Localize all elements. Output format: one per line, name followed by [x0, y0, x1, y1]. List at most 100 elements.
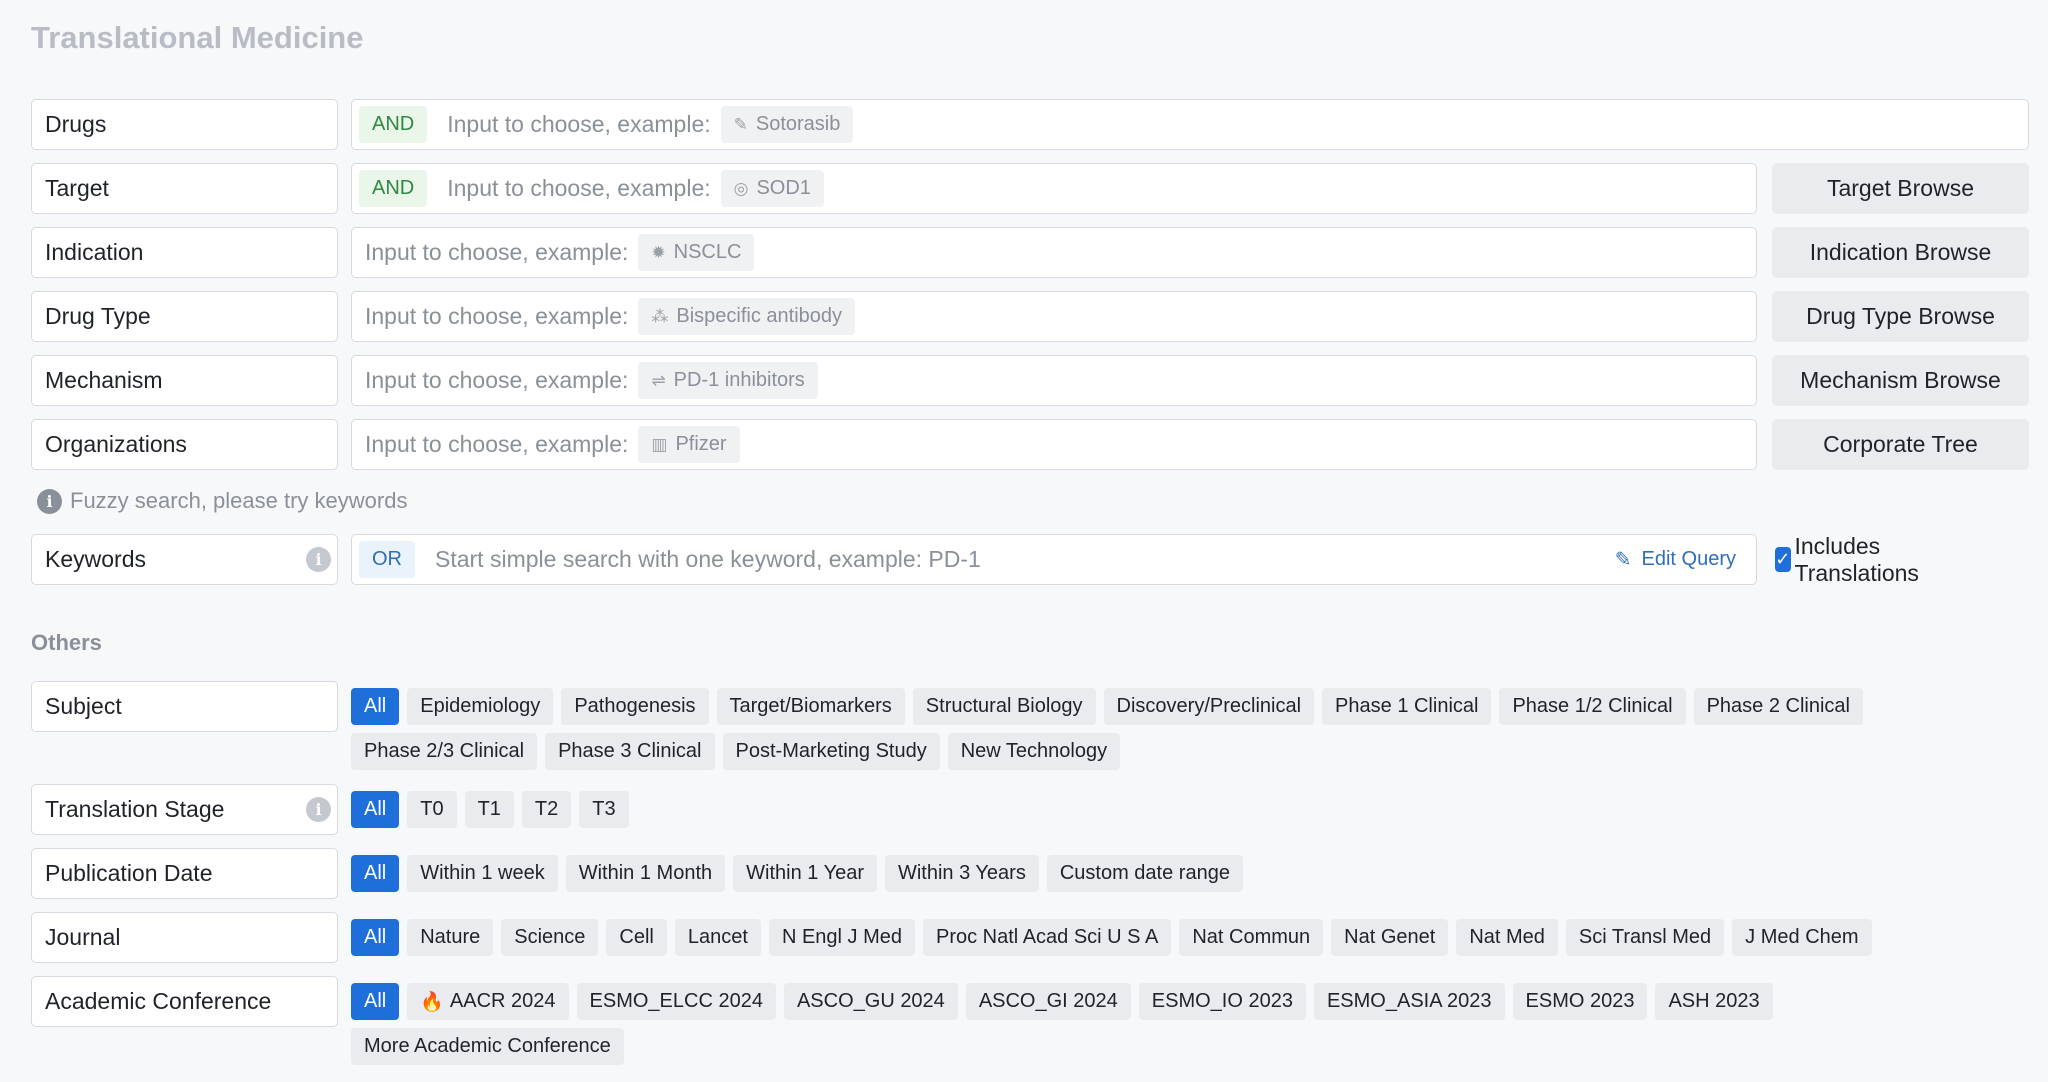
edit-query-label: Edit Query — [1642, 548, 1736, 571]
filter-option-chip[interactable]: Phase 3 Clinical — [545, 733, 714, 770]
indication-input[interactable]: Input to choose, example: ✹ NSCLC — [351, 227, 1757, 278]
filter-option-chip[interactable]: All — [351, 855, 399, 892]
filter-option-chip[interactable]: New Technology — [948, 733, 1120, 770]
checkbox-checked-icon[interactable]: ✓ — [1775, 547, 1791, 572]
filter-option-label: Post-Marketing Study — [736, 740, 927, 763]
building-icon: ▥ — [651, 435, 667, 455]
filter-option-chip[interactable]: Epidemiology — [407, 688, 553, 725]
filter-option-chip[interactable]: Discovery/Preclinical — [1104, 688, 1315, 725]
filter-option-chip[interactable]: T1 — [465, 791, 514, 828]
includes-translations-label: Includes Translations — [1795, 533, 1929, 587]
filter-option-chip[interactable]: Custom date range — [1047, 855, 1243, 892]
edit-query-button[interactable]: ✎ Edit Query — [1615, 547, 1736, 572]
filter-option-chip[interactable]: Lancet — [675, 919, 761, 956]
filter-option-chip[interactable]: Nat Med — [1456, 919, 1558, 956]
filter-option-chip[interactable]: T3 — [579, 791, 628, 828]
filter-option-chip[interactable]: Within 3 Years — [885, 855, 1039, 892]
drug-type-example-chip[interactable]: ⁂ Bispecific antibody — [638, 298, 855, 335]
info-icon[interactable]: i — [306, 797, 331, 822]
filter-option-label: Discovery/Preclinical — [1117, 695, 1302, 718]
filter-option-chip[interactable]: More Academic Conference — [351, 1028, 624, 1065]
keywords-input[interactable]: OR Start simple search with one keyword,… — [351, 534, 1757, 585]
filter-option-chip[interactable]: Proc Natl Acad Sci U S A — [923, 919, 1171, 956]
filter-option-chip[interactable]: ESMO 2023 — [1513, 983, 1648, 1020]
drug-type-input[interactable]: Input to choose, example: ⁂ Bispecific a… — [351, 291, 1757, 342]
filter-option-chip[interactable]: Sci Transl Med — [1566, 919, 1724, 956]
filter-option-chip[interactable]: T0 — [407, 791, 456, 828]
drugs-input[interactable]: AND Input to choose, example: ✎ Sotorasi… — [351, 99, 2029, 150]
filter-option-chip[interactable]: All — [351, 791, 399, 828]
filter-option-chip[interactable]: Phase 1 Clinical — [1322, 688, 1491, 725]
filter-option-chip[interactable]: Within 1 Year — [733, 855, 877, 892]
filter-option-chip[interactable]: ESMO_ASIA 2023 — [1314, 983, 1505, 1020]
filter-option-chip[interactable]: Pathogenesis — [561, 688, 708, 725]
organizations-example-label: Pfizer — [675, 433, 726, 456]
filter-option-chip[interactable]: Nat Genet — [1331, 919, 1448, 956]
filter-label-drug-type: Drug Type — [31, 291, 338, 342]
mechanism-browse-button[interactable]: Mechanism Browse — [1772, 355, 2029, 406]
or-toggle[interactable]: OR — [359, 541, 415, 578]
filter-label-mechanism: Mechanism — [31, 355, 338, 406]
filter-option-label: Within 1 week — [420, 862, 545, 885]
filter-option-label: Cell — [619, 926, 653, 949]
filter-option-chip[interactable]: Nat Commun — [1179, 919, 1323, 956]
filter-option-chip[interactable]: Phase 2/3 Clinical — [351, 733, 537, 770]
filter-option-chip[interactable]: Structural Biology — [913, 688, 1096, 725]
fuzzy-search-hint: i Fuzzy search, please try keywords — [37, 488, 407, 514]
includes-translations-toggle[interactable]: ✓ Includes Translations — [1775, 534, 1928, 585]
target-browse-button[interactable]: Target Browse — [1772, 163, 2029, 214]
filter-option-chip[interactable]: J Med Chem — [1732, 919, 1871, 956]
filter-option-chip[interactable]: All — [351, 688, 399, 725]
indication-example-chip[interactable]: ✹ NSCLC — [638, 234, 754, 271]
filter-option-chip[interactable]: Target/Biomarkers — [717, 688, 905, 725]
filter-option-chip[interactable]: Phase 1/2 Clinical — [1499, 688, 1685, 725]
filter-option-chip[interactable]: All — [351, 983, 399, 1020]
filter-option-chip[interactable]: Within 1 Month — [566, 855, 725, 892]
info-icon: i — [37, 489, 62, 514]
filter-option-chip[interactable]: Within 1 week — [407, 855, 558, 892]
keywords-label: Keywords — [45, 546, 146, 573]
pill-icon: ✎ — [734, 115, 748, 135]
filter-option-chip[interactable]: 🔥AACR 2024 — [407, 983, 568, 1020]
mechanism-input[interactable]: Input to choose, example: ⇌ PD-1 inhibit… — [351, 355, 1757, 406]
filter-option-chip[interactable]: T2 — [522, 791, 571, 828]
filter-option-chip[interactable]: Nature — [407, 919, 493, 956]
filter-option-label: Phase 1 Clinical — [1335, 695, 1478, 718]
indication-browse-button[interactable]: Indication Browse — [1772, 227, 2029, 278]
subject-options: AllEpidemiology Pathogenesis Target/Biomar… — [351, 688, 2048, 770]
filter-option-label: Proc Natl Acad Sci U S A — [936, 926, 1158, 949]
filter-option-chip[interactable]: ASCO_GU 2024 — [784, 983, 958, 1020]
filter-option-label: Lancet — [688, 926, 748, 949]
filter-option-chip[interactable]: ESMO_IO 2023 — [1139, 983, 1306, 1020]
filter-label-translation-stage: Translation Stage i — [31, 784, 338, 835]
drug-type-browse-button[interactable]: Drug Type Browse — [1772, 291, 2029, 342]
corporate-tree-button[interactable]: Corporate Tree — [1772, 419, 2029, 470]
filter-option-label: Within 1 Month — [579, 862, 712, 885]
drugs-example-chip[interactable]: ✎ Sotorasib — [721, 106, 854, 143]
filter-option-label: Pathogenesis — [574, 695, 695, 718]
and-toggle[interactable]: AND — [359, 170, 427, 207]
filter-option-chip[interactable]: ASH 2023 — [1655, 983, 1772, 1020]
drugs-placeholder: Input to choose, example: — [447, 111, 710, 138]
target-example-label: SOD1 — [756, 177, 810, 200]
publication-date-options: All Within 1 week Within 1 Month Within 1 Y… — [351, 855, 2048, 892]
filter-option-chip[interactable]: ESMO_ELCC 2024 — [577, 983, 776, 1020]
filter-option-label: Phase 2/3 Clinical — [364, 740, 524, 763]
filter-label-journal: Journal — [31, 912, 338, 963]
filter-option-chip[interactable]: All — [351, 919, 399, 956]
indication-placeholder: Input to choose, example: — [365, 239, 628, 266]
mechanism-example-chip[interactable]: ⇌ PD-1 inhibitors — [638, 362, 817, 399]
filter-option-label: All — [364, 798, 386, 821]
organizations-input[interactable]: Input to choose, example: ▥ Pfizer — [351, 419, 1757, 470]
filter-option-chip[interactable]: Post-Marketing Study — [723, 733, 940, 770]
and-toggle[interactable]: AND — [359, 106, 427, 143]
filter-option-chip[interactable]: Science — [501, 919, 598, 956]
filter-option-chip[interactable]: ASCO_GI 2024 — [966, 983, 1131, 1020]
filter-option-chip[interactable]: Cell — [606, 919, 666, 956]
target-example-chip[interactable]: ◎ SOD1 — [721, 170, 824, 207]
organizations-example-chip[interactable]: ▥ Pfizer — [638, 426, 739, 463]
info-icon[interactable]: i — [306, 547, 331, 572]
target-input[interactable]: AND Input to choose, example: ◎ SOD1 — [351, 163, 1757, 214]
filter-option-chip[interactable]: Phase 2 Clinical — [1694, 688, 1863, 725]
filter-option-chip[interactable]: N Engl J Med — [769, 919, 915, 956]
